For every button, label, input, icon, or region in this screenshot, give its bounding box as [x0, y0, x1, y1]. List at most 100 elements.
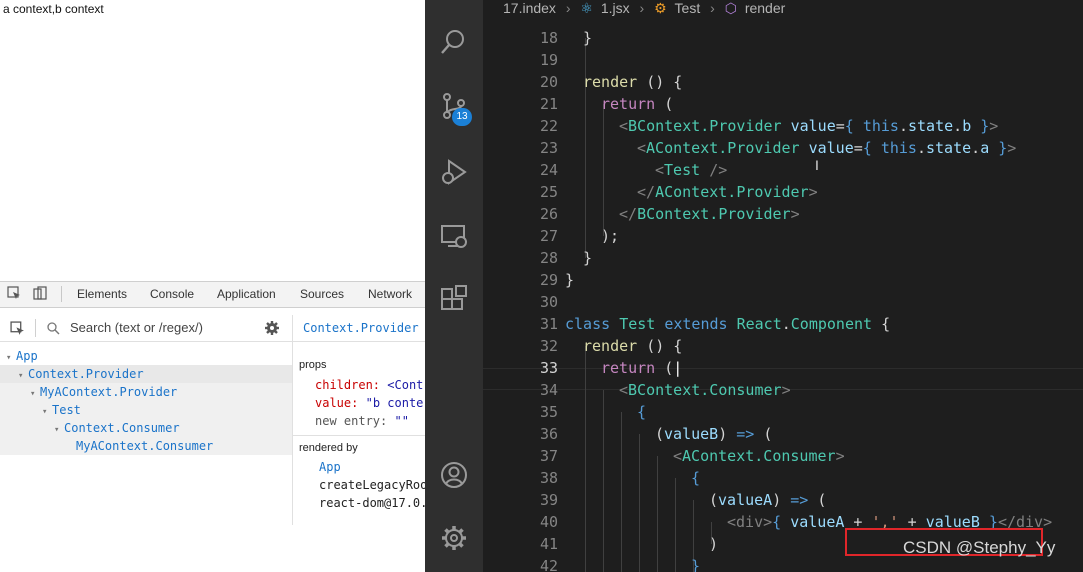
tree-item-label: MyAContext.Provider [40, 385, 178, 399]
prop-key: children: [315, 378, 381, 392]
run-debug-icon[interactable] [440, 158, 468, 186]
line-number: 24 [539, 161, 558, 179]
components-toolbar: Search (text or /regex/) [0, 315, 292, 342]
code-line[interactable]: 24 <Test /> [483, 159, 1083, 181]
prop-row[interactable]: new entry: "" [315, 414, 409, 428]
line-number: 18 [539, 29, 558, 47]
remote-explorer-icon[interactable] [440, 222, 468, 250]
code-line[interactable]: 38 { [483, 467, 1083, 489]
tree-item-myacontext-provider[interactable]: ▾ MyAContext.Provider [0, 383, 292, 401]
tab-sources[interactable]: Sources [300, 287, 344, 301]
select-component-icon[interactable] [10, 321, 25, 336]
code-line[interactable]: 33 return (| [483, 357, 1083, 379]
code-text: <BContext.Provider value={ this.state.b … [619, 117, 999, 135]
line-number: 22 [539, 117, 558, 135]
tab-elements[interactable]: Elements [77, 287, 127, 301]
prop-value: "" [394, 414, 409, 428]
gear-icon[interactable] [264, 320, 280, 336]
line-number: 38 [539, 469, 558, 487]
tree-item-label: MyAContext.Consumer [76, 439, 214, 453]
breadcrumb-class[interactable]: Test [675, 0, 701, 16]
code-line[interactable]: 32 render () { [483, 335, 1083, 357]
code-line[interactable]: 30 [483, 291, 1083, 313]
code-text: { [637, 403, 647, 421]
page-output-text: a context,b context [3, 2, 104, 16]
tree-item-myacontext-consumer[interactable]: MyAContext.Consumer [0, 437, 292, 455]
breadcrumb-folder[interactable]: 17.index [503, 0, 556, 16]
tree-item-context-consumer[interactable]: ▾ Context.Consumer [0, 419, 292, 437]
line-number: 25 [539, 183, 558, 201]
line-number: 27 [539, 227, 558, 245]
code-line[interactable]: 39 (valueA) => ( [483, 489, 1083, 511]
code-line[interactable]: 22 <BContext.Provider value={ this.state.… [483, 115, 1083, 137]
code-text: return (| [601, 359, 683, 377]
code-line[interactable]: 19 [483, 49, 1083, 71]
tree-item-label: Context.Consumer [64, 421, 180, 435]
breadcrumb-chevron-icon: › [565, 0, 571, 16]
code-text: ) [709, 535, 719, 553]
code-line[interactable]: 20 render () { [483, 71, 1083, 93]
code-line[interactable]: 27); [483, 225, 1083, 247]
line-number: 30 [539, 293, 558, 311]
line-number: 21 [539, 95, 558, 113]
settings-gear-icon[interactable] [440, 524, 468, 552]
props-section-title: props [299, 359, 327, 371]
component-search-input[interactable]: Search (text or /regex/) [70, 320, 203, 335]
method-symbol-icon: ⬡ [724, 0, 737, 16]
code-text: return ( [601, 95, 674, 113]
code-line[interactable]: 21 return ( [483, 93, 1083, 115]
scm-badge: 13 [452, 108, 472, 126]
line-number: 26 [539, 205, 558, 223]
code-line[interactable]: 23 <AContext.Provider value={ this.state.… [483, 137, 1083, 159]
line-number: 32 [539, 337, 558, 355]
prop-key: value: [315, 396, 359, 410]
prop-value: "b conte [365, 396, 424, 410]
code-editor[interactable]: 18} 19 20 render () { 21 return ( 22 <BCont… [483, 16, 1083, 572]
extensions-icon[interactable] [440, 285, 468, 313]
prop-row[interactable]: value: "b conte [315, 396, 423, 410]
activity-bar: 13 [425, 0, 483, 572]
tab-network[interactable]: Network [368, 287, 412, 301]
divider [293, 341, 425, 342]
tab-console[interactable]: Console [150, 287, 194, 301]
devtools-tab-bar: Elements Console Application Sources Net… [0, 281, 425, 308]
code-line[interactable]: 36 (valueB) => ( [483, 423, 1083, 445]
code-line[interactable]: 34 <BContext.Consumer> [483, 379, 1083, 401]
watermark: CSDN @Stephy_Yy [903, 538, 1056, 557]
code-line[interactable]: 37 <AContext.Consumer> [483, 445, 1083, 467]
tree-item-context-provider[interactable]: ▾ Context.Provider [0, 365, 292, 383]
code-line[interactable]: 29} [483, 269, 1083, 291]
code-line[interactable]: 26 </BContext.Provider> [483, 203, 1083, 225]
class-symbol-icon: ⚙ [654, 0, 667, 16]
tree-item-label: Test [52, 403, 81, 417]
tab-application[interactable]: Application [217, 287, 276, 301]
code-line[interactable]: 18} [483, 27, 1083, 49]
code-text: (valueA) => ( [709, 491, 827, 509]
code-line[interactable]: 31 class Test extends React.Component { [483, 313, 1083, 335]
tree-item-test[interactable]: ▾ Test [0, 401, 292, 419]
rendered-by-item: react-dom@17.0. [319, 496, 425, 510]
tree-item-label: App [16, 349, 38, 363]
code-line[interactable]: 35 { [483, 401, 1083, 423]
inspect-element-icon[interactable] [7, 286, 21, 300]
prop-row[interactable]: children: <Cont [315, 378, 423, 392]
breadcrumb-file[interactable]: 1.jsx [601, 0, 630, 16]
tree-item-label: Context.Provider [28, 367, 144, 381]
code-line[interactable]: 25 </AContext.Provider> [483, 181, 1083, 203]
device-toolbar-icon[interactable] [33, 286, 47, 300]
toolbar-separator [35, 319, 36, 337]
react-file-icon: ⚛ [580, 0, 593, 16]
rendered-by-title: rendered by [299, 442, 358, 454]
prop-key: new entry: [315, 414, 388, 428]
search-icon[interactable] [440, 28, 468, 56]
breadcrumb-method[interactable]: render [745, 0, 785, 16]
rendered-by-item: createLegacyRoo [319, 478, 425, 492]
tree-item-app[interactable]: ▾ App [0, 347, 292, 365]
code-text: ); [601, 227, 620, 245]
mouse-cursor-icon: I [815, 157, 819, 173]
rendered-by-item[interactable]: App [319, 460, 341, 474]
code-text: <AContext.Consumer> [673, 447, 845, 465]
code-text: } [565, 271, 575, 289]
account-icon[interactable] [440, 461, 468, 489]
code-line[interactable]: 28} [483, 247, 1083, 269]
